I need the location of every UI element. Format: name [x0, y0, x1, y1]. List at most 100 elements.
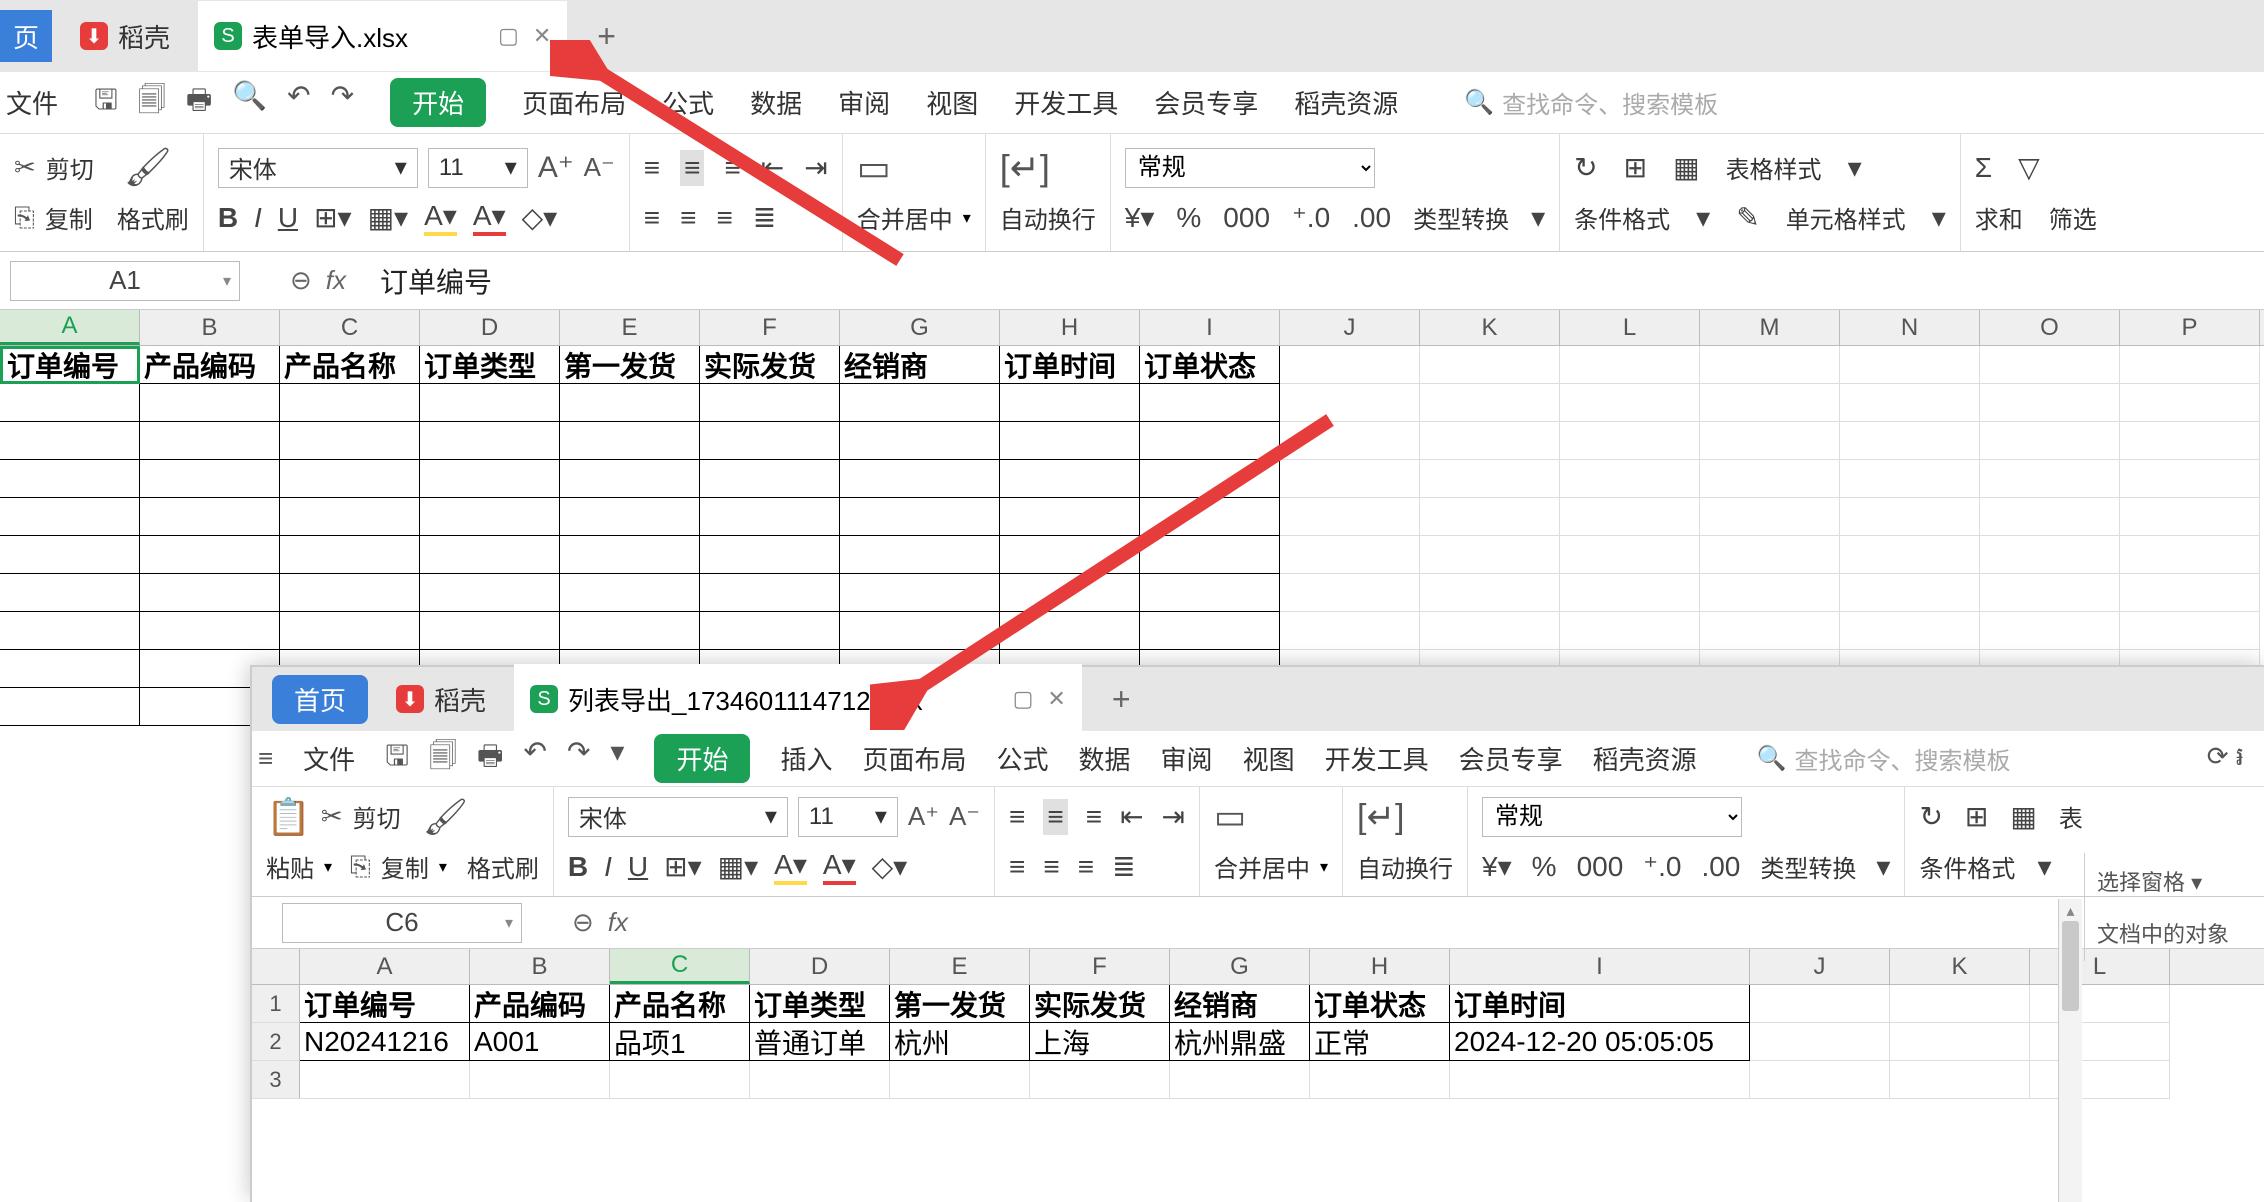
currency-icon[interactable]: ¥▾ — [1125, 201, 1155, 234]
cell[interactable] — [1560, 384, 1700, 422]
cell[interactable] — [840, 460, 1000, 498]
cell[interactable] — [1750, 985, 1890, 1023]
menu-file[interactable]: 文件 — [6, 84, 58, 121]
cell[interactable] — [1140, 498, 1280, 536]
cell[interactable] — [840, 536, 1000, 574]
cell[interactable] — [1420, 460, 1560, 498]
cell[interactable] — [1980, 460, 2120, 498]
eraser-button[interactable]: ◇▾ — [522, 201, 558, 234]
menu-start[interactable]: 开始 — [390, 78, 486, 127]
cell[interactable] — [2030, 1023, 2170, 1061]
cell[interactable] — [1280, 460, 1420, 498]
col-header-H[interactable]: H — [1000, 310, 1140, 345]
font-color-button[interactable]: A▾ — [823, 848, 856, 885]
bot-menu-file[interactable]: 文件 — [303, 740, 355, 777]
cell[interactable] — [1840, 574, 1980, 612]
format-painter-label[interactable]: 格式刷 — [117, 200, 189, 235]
col-header-G[interactable]: G — [1170, 949, 1310, 984]
cell[interactable] — [1140, 536, 1280, 574]
table-style-icon[interactable]: ▦ — [1673, 151, 1699, 184]
col-header-D[interactable]: D — [750, 949, 890, 984]
cell[interactable] — [1140, 422, 1280, 460]
bot-tab-new[interactable]: + — [1082, 681, 1161, 718]
cell[interactable] — [840, 498, 1000, 536]
cell[interactable]: 订单类型 — [750, 985, 890, 1023]
cell[interactable] — [0, 422, 140, 460]
paste-label[interactable]: 粘贴 — [266, 849, 314, 884]
cell[interactable] — [1280, 536, 1420, 574]
cell[interactable] — [560, 422, 700, 460]
cell[interactable] — [420, 498, 560, 536]
cell[interactable] — [1980, 422, 2120, 460]
bot-menu-search[interactable]: 🔍 查找命令、搜索模板 — [1757, 741, 2011, 776]
font-color-button[interactable]: A▾ — [473, 199, 506, 236]
bot-cells[interactable]: 订单编号产品编码产品名称订单类型第一发货实际发货经销商订单状态订单时间N2024… — [300, 985, 2264, 1125]
zoom-icon[interactable]: ⊖ — [290, 265, 312, 296]
cell[interactable] — [1560, 498, 1700, 536]
cell[interactable] — [1140, 460, 1280, 498]
fill-button[interactable]: ▦▾ — [368, 201, 409, 234]
cell[interactable] — [560, 612, 700, 650]
cell[interactable] — [1980, 612, 2120, 650]
col-header-I[interactable]: I — [1450, 949, 1750, 984]
col-header-M[interactable]: M — [1700, 310, 1840, 345]
tab-docke[interactable]: ⬇ 稻壳 — [52, 1, 198, 71]
undo-icon[interactable]: ↶ — [523, 735, 546, 783]
menu-data[interactable]: 数据 — [750, 84, 802, 121]
border-button[interactable]: ⊞▾ — [664, 850, 702, 883]
cell[interactable] — [1000, 536, 1140, 574]
cell[interactable] — [1310, 1061, 1450, 1099]
menu-formula[interactable]: 公式 — [662, 84, 714, 121]
cell[interactable] — [0, 574, 140, 612]
menu-member[interactable]: 会员专享 — [1154, 84, 1258, 121]
cell-style-label[interactable]: 单元格样式 — [1786, 200, 1906, 235]
wrap-icon[interactable]: [↵] — [1357, 797, 1404, 837]
row-header-1[interactable]: 1 — [252, 985, 300, 1023]
cell[interactable] — [1700, 346, 1840, 384]
tab-new[interactable]: + — [567, 18, 646, 55]
col-header-J[interactable]: J — [1280, 310, 1420, 345]
cell[interactable] — [1890, 985, 2030, 1023]
justify-icon[interactable]: ≣ — [753, 201, 776, 234]
cell[interactable] — [2120, 460, 2260, 498]
cell[interactable]: 经销商 — [1170, 985, 1310, 1023]
col-header-I[interactable]: I — [1140, 310, 1280, 345]
paste-icon[interactable]: 📋 — [266, 796, 311, 838]
scroll-thumb[interactable] — [2062, 921, 2079, 1011]
zoom-icon[interactable]: ⊖ — [572, 907, 594, 938]
copy-icon[interactable]: ⎘ — [350, 851, 371, 883]
bot-name-box[interactable]: C6▾ — [282, 903, 522, 943]
cell[interactable] — [1280, 384, 1420, 422]
cell[interactable] — [420, 384, 560, 422]
menu-layout[interactable]: 页面布局 — [522, 84, 626, 121]
cell[interactable]: 订单编号 — [300, 985, 470, 1023]
cell[interactable] — [1700, 612, 1840, 650]
col-header-A[interactable]: A — [300, 949, 470, 984]
undo-icon[interactable]: ↶ — [287, 79, 310, 127]
bot-menu-layout[interactable]: 页面布局 — [863, 740, 967, 777]
border-button[interactable]: ⊞▾ — [314, 201, 352, 234]
cell[interactable] — [1700, 574, 1840, 612]
menu-resource[interactable]: 稻壳资源 — [1294, 84, 1398, 121]
cut-icon[interactable]: ✂ — [14, 152, 36, 183]
cell[interactable] — [0, 650, 140, 688]
cell[interactable]: 订单类型 — [420, 346, 560, 384]
cell[interactable]: 杭州 — [890, 1023, 1030, 1061]
cell[interactable] — [1420, 422, 1560, 460]
cell[interactable] — [1560, 612, 1700, 650]
cell[interactable] — [1280, 612, 1420, 650]
paintbrush-icon[interactable]: 🖌 — [423, 796, 469, 838]
print-icon[interactable]: 🖶 — [477, 735, 503, 783]
merge-icon[interactable]: ▭ — [857, 147, 891, 189]
cell[interactable] — [280, 422, 420, 460]
cell[interactable] — [1140, 384, 1280, 422]
cell[interactable] — [1140, 574, 1280, 612]
sum-icon[interactable]: Σ — [1975, 152, 1992, 184]
merge-label[interactable]: 合并居中 — [857, 200, 953, 235]
cell[interactable] — [1700, 422, 1840, 460]
tab-window-icon[interactable]: ▢ — [498, 23, 519, 49]
cell[interactable] — [1890, 1023, 2030, 1061]
cell[interactable] — [560, 498, 700, 536]
sum-label[interactable]: 求和 — [1975, 200, 2023, 235]
cell[interactable] — [1450, 1061, 1750, 1099]
